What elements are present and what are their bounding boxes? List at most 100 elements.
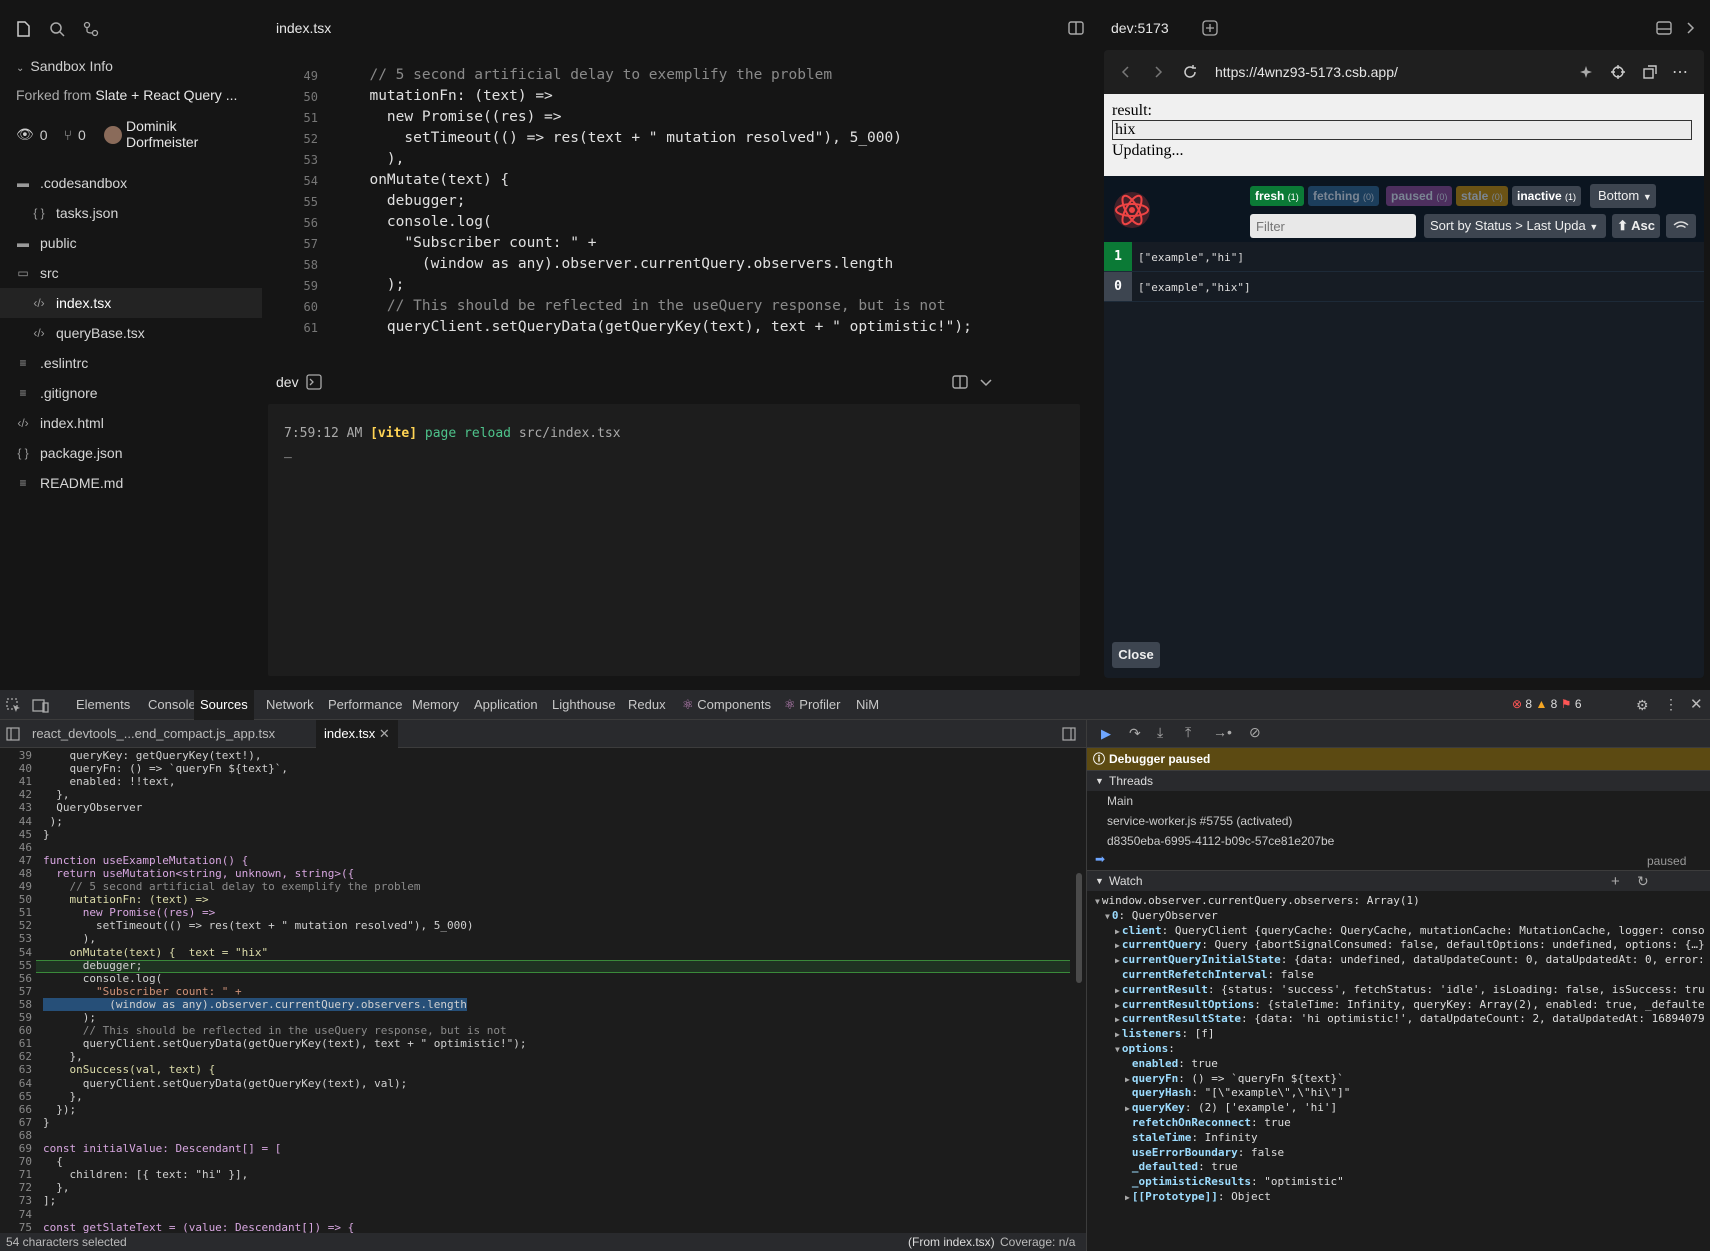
forward-icon[interactable] (1150, 64, 1166, 85)
sort-select[interactable]: Sort by Status > Last Upda ▼ (1424, 214, 1606, 238)
editor-code-area[interactable]: 49 // 5 second artificial delay to exemp… (262, 64, 1088, 354)
editor-input[interactable]: hix (1112, 120, 1692, 140)
terminal-title[interactable]: dev (276, 374, 299, 390)
watch-entry[interactable]: _defaulted: true (1125, 1160, 1238, 1173)
watch-entry[interactable]: ▶ queryFn: () => `queryFn ${text}` (1125, 1072, 1344, 1085)
debugger-sidebar-toggle-icon[interactable] (1062, 727, 1076, 744)
threads-section-header[interactable]: ▼ Threads (1087, 770, 1710, 791)
file-tree-item[interactable]: ▬ public (0, 228, 262, 258)
watch-entry[interactable]: ▶ listeners: [f] (1115, 1027, 1215, 1040)
triangle-down-icon[interactable]: ▼ (1115, 1045, 1120, 1054)
triangle-right-icon[interactable] (1125, 1178, 1130, 1187)
file-icon[interactable] (14, 20, 32, 38)
file-tree-item[interactable]: ≡ .eslintrc (0, 348, 262, 378)
layout-icon[interactable] (1656, 20, 1672, 41)
status-badge-stale[interactable]: stale (0) (1456, 186, 1508, 206)
triangle-right-icon[interactable]: ▶ (1115, 986, 1120, 995)
watch-entry[interactable]: useErrorBoundary: false (1125, 1146, 1284, 1159)
file-tree-item[interactable]: ≡ README.md (0, 468, 262, 498)
split-view-icon[interactable] (952, 374, 968, 395)
offline-toggle[interactable] (1666, 214, 1696, 238)
devtools-tab-performance[interactable]: Performance (322, 690, 408, 720)
triangle-right-icon[interactable] (1125, 1089, 1130, 1098)
triangle-right-icon[interactable]: ▶ (1125, 1075, 1130, 1084)
triangle-right-icon[interactable] (1125, 1149, 1130, 1158)
watch-entry[interactable]: ▶ currentResultState: {data: 'hi optimist… (1115, 1012, 1705, 1025)
watch-entry[interactable]: currentRefetchInterval: false (1115, 968, 1314, 981)
triangle-right-icon[interactable]: ▶ (1115, 1001, 1120, 1010)
refresh-icon[interactable]: ↻ (1637, 871, 1649, 892)
triangle-right-icon[interactable] (1125, 1134, 1130, 1143)
step-icon[interactable]: →• (1213, 724, 1232, 740)
watch-section-header[interactable]: ▼ Watch + ↻ (1087, 870, 1710, 891)
devtools-tab-memory[interactable]: Memory (406, 690, 465, 720)
file-tree-item[interactable]: ▬ .codesandbox (0, 168, 262, 198)
step-into-icon[interactable]: ⤓ (1157, 724, 1163, 741)
triangle-right-icon[interactable]: ▶ (1115, 956, 1120, 965)
back-icon[interactable] (1118, 64, 1134, 85)
devtools-tab-elements[interactable]: Elements (70, 690, 136, 720)
editor-tab-title[interactable]: index.tsx (276, 20, 331, 36)
step-over-icon[interactable]: ↷ (1129, 725, 1141, 742)
file-tree-item[interactable]: ▭ src (0, 258, 262, 288)
add-watch-icon[interactable]: + (1611, 871, 1620, 892)
watch-entry[interactable]: _optimisticResults: "optimistic" (1125, 1175, 1344, 1188)
file-tree-item[interactable]: ‹/› index.html (0, 408, 262, 438)
position-select[interactable]: Bottom ▼ (1590, 184, 1656, 208)
devtools-tab-console[interactable]: Console (142, 690, 202, 720)
triangle-right-icon[interactable] (1115, 971, 1120, 980)
file-tab[interactable]: react_devtools_...end_compact.js (24, 720, 234, 748)
watch-entry[interactable]: ▼ window.observer.currentQuery.observers:… (1095, 894, 1420, 907)
devtools-tab-redux[interactable]: Redux (622, 690, 672, 720)
sidebar-toggle-icon[interactable] (6, 727, 20, 744)
close-icon[interactable]: ✕ (1690, 695, 1703, 713)
scrollbar[interactable] (1076, 873, 1082, 983)
watch-entry[interactable]: enabled: true (1125, 1057, 1218, 1070)
watch-entry[interactable]: ▶ currentQuery: Query {abortSignalConsume… (1115, 938, 1705, 951)
devtools-tab-sources[interactable]: Sources (194, 690, 254, 720)
react-query-logo-icon[interactable] (1112, 190, 1152, 235)
triangle-down-icon[interactable]: ▼ (1105, 912, 1110, 921)
triangle-right-icon[interactable]: ▶ (1115, 1015, 1120, 1024)
preview-title[interactable]: dev:5173 (1111, 20, 1169, 36)
file-tree-item[interactable]: { } package.json (0, 438, 262, 468)
status-badge-fresh[interactable]: fresh (1) (1250, 186, 1304, 206)
thread-item[interactable]: service-worker.js #5755 (activated) (1107, 811, 1292, 831)
sort-direction-button[interactable]: ⬆ Asc (1612, 214, 1660, 238)
source-code-view[interactable]: 39 queryKey: getQueryKey(text!), 40 query… (0, 748, 1086, 1233)
watch-entry[interactable]: ▶ queryKey: (2) ['example', 'hi'] (1125, 1101, 1337, 1114)
triangle-right-icon[interactable] (1125, 1060, 1130, 1069)
watch-entry[interactable]: ▶ [[Prototype]]: Object (1125, 1190, 1271, 1203)
watch-entry[interactable]: ▶ currentQueryInitialState: {data: undefi… (1115, 953, 1705, 966)
file-tab[interactable]: index.tsx ✕ (316, 720, 398, 748)
crosshair-icon[interactable] (1610, 64, 1626, 85)
close-devtools-button[interactable]: Close (1112, 642, 1160, 668)
add-tab-icon[interactable] (1202, 20, 1218, 41)
triangle-right-icon[interactable]: ▶ (1115, 1030, 1120, 1039)
status-badge-paused[interactable]: paused (0) (1386, 186, 1453, 206)
status-badge-fetching[interactable]: fetching (0) (1308, 186, 1380, 206)
terminal-output[interactable]: 7:59:12 AM [vite] page reload src/index.… (268, 404, 1080, 676)
split-view-icon[interactable] (1068, 20, 1084, 41)
git-icon[interactable] (82, 20, 100, 38)
chevron-right-icon[interactable] (1682, 20, 1698, 41)
open-window-icon[interactable] (1642, 64, 1658, 85)
triangle-right-icon[interactable] (1125, 1119, 1130, 1128)
watch-entry[interactable]: refetchOnReconnect: true (1125, 1116, 1291, 1129)
source-origin[interactable]: (From index.tsx) (908, 1235, 995, 1249)
watch-entry[interactable]: ▶ currentResultOptions: {staleTime: Infin… (1115, 998, 1705, 1011)
more-icon[interactable]: ⋯ (1672, 62, 1688, 82)
device-toolbar-icon[interactable] (32, 698, 50, 717)
console-counters[interactable]: ⊗ 8 ▲ 8 ⚑ 6 (1512, 697, 1582, 711)
devtools-tab-network[interactable]: Network (260, 690, 320, 720)
triangle-right-icon[interactable]: ▶ (1125, 1104, 1130, 1113)
file-tree-item[interactable]: ‹/› queryBase.tsx (0, 318, 262, 348)
terminal-icon[interactable] (306, 374, 322, 395)
devtools-tab-nim[interactable]: NiM (850, 690, 885, 720)
watch-entry[interactable]: ▼ 0: QueryObserver (1105, 909, 1218, 922)
query-row[interactable]: 1 ["example","hi"] (1104, 242, 1704, 272)
file-tab[interactable]: _app.tsx (218, 720, 283, 748)
devtools-tab-lighthouse[interactable]: Lighthouse (546, 690, 622, 720)
file-tree-item[interactable]: { } tasks.json (0, 198, 262, 228)
avatar[interactable] (104, 126, 122, 144)
